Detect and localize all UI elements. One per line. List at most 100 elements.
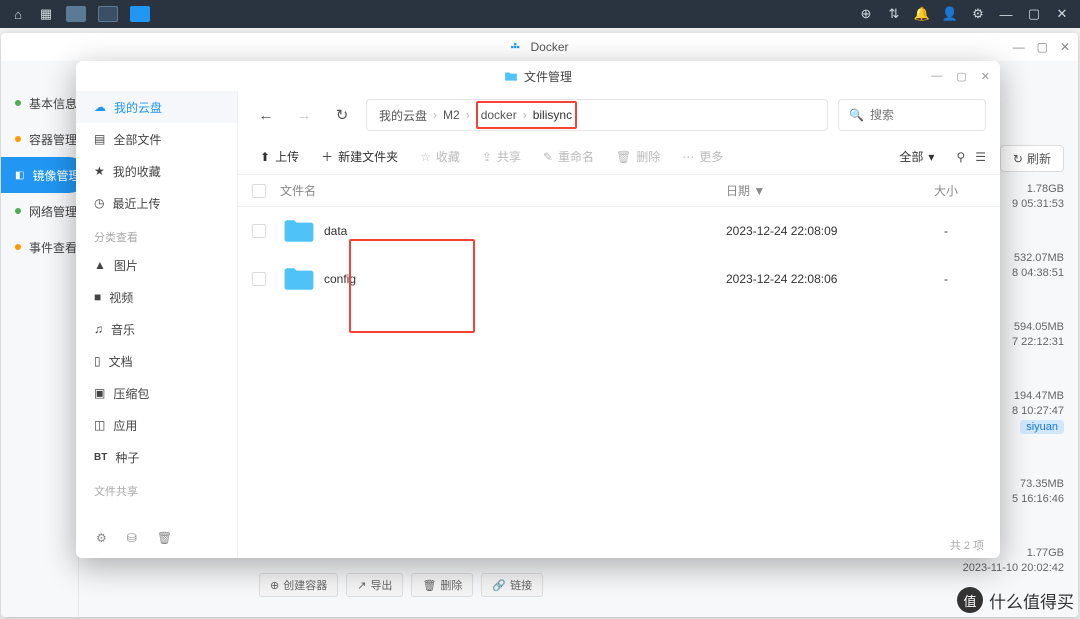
fm-side-favorites[interactable]: ★我的收藏 [76, 155, 237, 187]
rename-icon: ✎ [543, 150, 553, 164]
back-button[interactable]: ← [252, 101, 280, 129]
fm-side-recent[interactable]: ◷最近上传 [76, 187, 237, 219]
close-icon[interactable]: ✕ [1054, 6, 1070, 22]
favorite-button[interactable]: ☆收藏 [412, 144, 468, 169]
sort-desc-icon: ▼ [753, 184, 765, 198]
fm-maximize-icon[interactable]: ▢ [956, 70, 966, 83]
view-settings-icon[interactable]: ⚲ [956, 150, 965, 164]
filter-all-button[interactable]: 全部▾ [891, 144, 942, 169]
refresh-button[interactable]: ↻刷新 [1000, 145, 1064, 172]
chevron-right-icon: › [523, 108, 527, 122]
docker-icon [510, 40, 524, 54]
fm-side-app[interactable]: ◫应用 [76, 409, 237, 441]
trash-bottom-icon[interactable]: 🗑 [157, 531, 172, 545]
home-icon[interactable]: ⌂ [10, 6, 26, 22]
trash-outline-icon: 🗑 [616, 150, 631, 164]
headphone-icon: ♫ [94, 322, 103, 336]
search-box[interactable]: 🔍 [838, 99, 986, 131]
taskbar-tab-2[interactable] [98, 6, 118, 22]
fm-side-doc[interactable]: ▯文档 [76, 345, 237, 377]
chevron-right-icon: › [466, 108, 470, 122]
folder-blue-icon [284, 267, 314, 291]
docker-row-0: 1.78GB9 05:31:53 [1012, 183, 1064, 210]
apps-icon[interactable]: ▦ [38, 6, 54, 22]
docker-minimize-icon[interactable]: — [1013, 40, 1025, 54]
docker-bottom-buttons: ⊕创建容器 ↗导出 🗑删除 🔗链接 [259, 573, 543, 597]
fm-side-all-files[interactable]: ▤全部文件 [76, 123, 237, 155]
delete-button[interactable]: 🗑删除 [411, 573, 473, 597]
col-name-header[interactable]: 文件名 [280, 182, 726, 199]
search-icon: 🔍 [849, 108, 864, 122]
breadcrumb-m2[interactable]: M2 [443, 108, 460, 122]
gear-icon[interactable]: ⚙ [96, 531, 107, 545]
star-icon: ★ [94, 164, 105, 178]
file-manager-title-text: 文件管理 [524, 68, 572, 85]
fm-side-zip[interactable]: ▣压缩包 [76, 377, 237, 409]
breadcrumb-highlight: docker › bilisync [476, 101, 577, 129]
docker-sidebar-events[interactable]: 事件查看 [1, 229, 78, 265]
docker-row-4: 73.35MB5 16:16:46 [1012, 478, 1064, 505]
col-date-header[interactable]: 日期 ▼ [726, 182, 906, 199]
export-button[interactable]: ↗导出 [346, 573, 403, 597]
taskbar-tab-1[interactable] [66, 6, 86, 22]
trash-icon: 🗑 [422, 579, 436, 592]
delete-file-button[interactable]: 🗑删除 [608, 144, 668, 169]
link-icon: 🔗 [492, 579, 506, 592]
link-button[interactable]: 🔗链接 [481, 573, 543, 597]
watermark-badge: 值 [957, 587, 983, 613]
docker-title-text: Docker [530, 40, 568, 54]
fm-toolbar-actions: ⬆上传 ＋新建文件夹 ☆收藏 ⇪共享 ✎重命名 🗑删除 ⋯更多 全部▾ ⚲ ☰ [238, 139, 1000, 175]
plus-icon: ＋ [321, 148, 333, 165]
docker-sidebar-image[interactable]: ◧镜像管理 [1, 157, 87, 193]
row-checkbox[interactable] [252, 224, 266, 238]
docker-sidebar-basic[interactable]: 基本信息 [1, 85, 78, 121]
docker-row-3: 194.47MB8 10:27:47siyuan [1012, 390, 1064, 434]
more-button[interactable]: ⋯更多 [674, 144, 731, 169]
docker-sidebar-network[interactable]: 网络管理 [1, 193, 78, 229]
row-checkbox[interactable] [252, 272, 266, 286]
clock-icon: ◷ [94, 196, 104, 210]
fm-main: ← → ↻ 我的云盘 › M2 › docker › bilisync 🔍 [238, 91, 1000, 558]
bell-icon[interactable]: 🔔 [914, 6, 930, 22]
globe-icon[interactable]: ⊕ [858, 6, 874, 22]
fm-close-icon[interactable]: ✕ [981, 70, 990, 83]
fm-side-my-cloud[interactable]: ☁我的云盘 [76, 91, 237, 123]
docker-close-icon[interactable]: ✕ [1060, 40, 1070, 54]
upload-icon: ⬆ [260, 150, 270, 164]
transfer-icon[interactable]: ⇅ [886, 6, 902, 22]
new-folder-button[interactable]: ＋新建文件夹 [313, 144, 406, 169]
reload-button[interactable]: ↻ [328, 101, 356, 129]
breadcrumb-bilisync[interactable]: bilisync [533, 108, 572, 122]
file-row-data[interactable]: data 2023-12-24 22:08:09 - [238, 207, 1000, 255]
fm-side-music[interactable]: ♫音乐 [76, 313, 237, 345]
share-button[interactable]: ⇪共享 [474, 144, 529, 169]
select-all-checkbox[interactable] [252, 184, 266, 198]
minimize-icon[interactable]: — [998, 6, 1014, 22]
disk-icon[interactable]: ⛁ [127, 531, 137, 545]
docker-sidebar-container[interactable]: 容器管理 [1, 121, 78, 157]
file-date: 2023-12-24 22:08:06 [726, 272, 906, 286]
export-icon: ↗ [357, 579, 366, 592]
upload-button[interactable]: ⬆上传 [252, 144, 307, 169]
rename-button[interactable]: ✎重命名 [535, 144, 602, 169]
forward-button[interactable]: → [290, 101, 318, 129]
files-icon: ▤ [94, 132, 105, 146]
fm-side-video[interactable]: ■视频 [76, 281, 237, 313]
settings-icon[interactable]: ⚙ [970, 6, 986, 22]
fm-side-image[interactable]: ▲图片 [76, 249, 237, 281]
docker-maximize-icon[interactable]: ▢ [1037, 40, 1048, 54]
search-input[interactable] [870, 108, 975, 122]
breadcrumb-docker[interactable]: docker [481, 108, 517, 122]
maximize-icon[interactable]: ▢ [1026, 6, 1042, 22]
user-icon[interactable]: 👤 [942, 6, 958, 22]
file-row-config[interactable]: config 2023-12-24 22:08:06 - [238, 255, 1000, 303]
fm-side-bt[interactable]: BT种子 [76, 441, 237, 473]
taskbar-tab-3[interactable] [130, 6, 150, 22]
docker-sidebar: 基本信息 容器管理 ◧镜像管理 网络管理 事件查看 [1, 61, 79, 617]
file-name: data [324, 224, 726, 238]
breadcrumb-root[interactable]: 我的云盘 [379, 107, 427, 124]
list-view-icon[interactable]: ☰ [975, 150, 986, 164]
col-size-header[interactable]: 大小 [906, 182, 986, 199]
fm-minimize-icon[interactable]: — [931, 70, 942, 83]
create-container-button[interactable]: ⊕创建容器 [259, 573, 338, 597]
